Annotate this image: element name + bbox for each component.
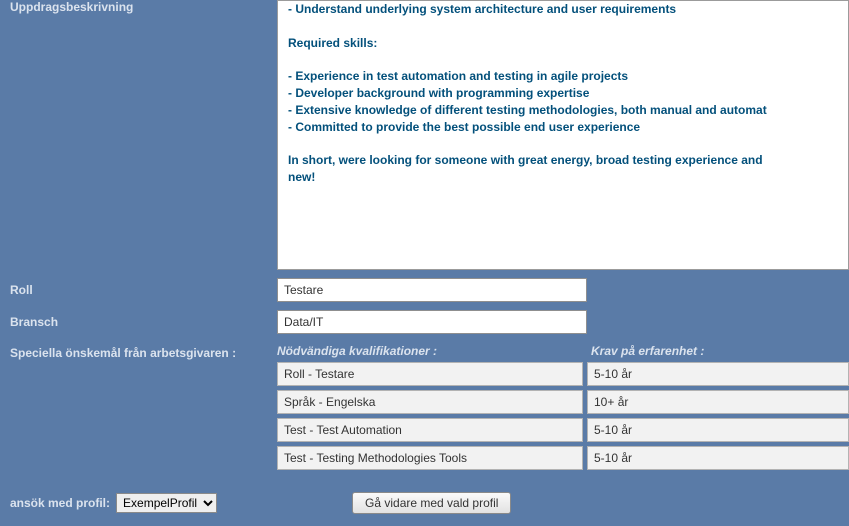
qualification-name: Roll - Testare: [277, 362, 583, 386]
speciella-label: Speciella önskemål från arbetsgivaren :: [0, 344, 277, 360]
table-row: Test - Test Automation 5-10 år: [277, 418, 849, 442]
qualification-exp: 5-10 år: [587, 446, 849, 470]
table-row: Roll - Testare 5-10 år: [277, 362, 849, 386]
bransch-input[interactable]: [277, 310, 587, 334]
desc-required-skills: Required skills:: [288, 35, 838, 52]
description-box: - Understand underlying system architect…: [277, 0, 849, 270]
desc-line: - Developer background with programming …: [288, 85, 838, 102]
roll-label: Roll: [0, 283, 277, 297]
bransch-label: Bransch: [0, 315, 277, 329]
profile-select[interactable]: ExempelProfil: [116, 493, 217, 513]
desc-line: - Experience in test automation and test…: [288, 68, 838, 85]
qualification-exp: 5-10 år: [587, 362, 849, 386]
qualification-exp: 10+ år: [587, 390, 849, 414]
qualifications-header-exp: Krav på erfarenhet :: [587, 344, 849, 358]
go-button[interactable]: Gå vidare med vald profil: [352, 492, 511, 514]
table-row: Test - Testing Methodologies Tools 5-10 …: [277, 446, 849, 470]
qualifications-table: Nödvändiga kvalifikationer : Krav på erf…: [277, 344, 849, 474]
desc-line: In short, were looking for someone with …: [288, 152, 838, 169]
qualification-name: Test - Testing Methodologies Tools: [277, 446, 583, 470]
table-row: Språk - Engelska 10+ år: [277, 390, 849, 414]
qualification-exp: 5-10 år: [587, 418, 849, 442]
qualification-name: Språk - Engelska: [277, 390, 583, 414]
qualification-name: Test - Test Automation: [277, 418, 583, 442]
desc-line: - Committed to provide the best possible…: [288, 119, 838, 136]
desc-line: - Extensive knowledge of different testi…: [288, 102, 838, 119]
ansok-label: ansök med profil:: [10, 496, 110, 510]
desc-line: - Understand underlying system architect…: [288, 1, 838, 18]
uppdragsbeskrivning-label: Uppdragsbeskrivning: [0, 0, 277, 14]
desc-line: new!: [288, 169, 838, 186]
roll-input[interactable]: [277, 278, 587, 302]
qualifications-header-name: Nödvändiga kvalifikationer :: [277, 344, 587, 358]
